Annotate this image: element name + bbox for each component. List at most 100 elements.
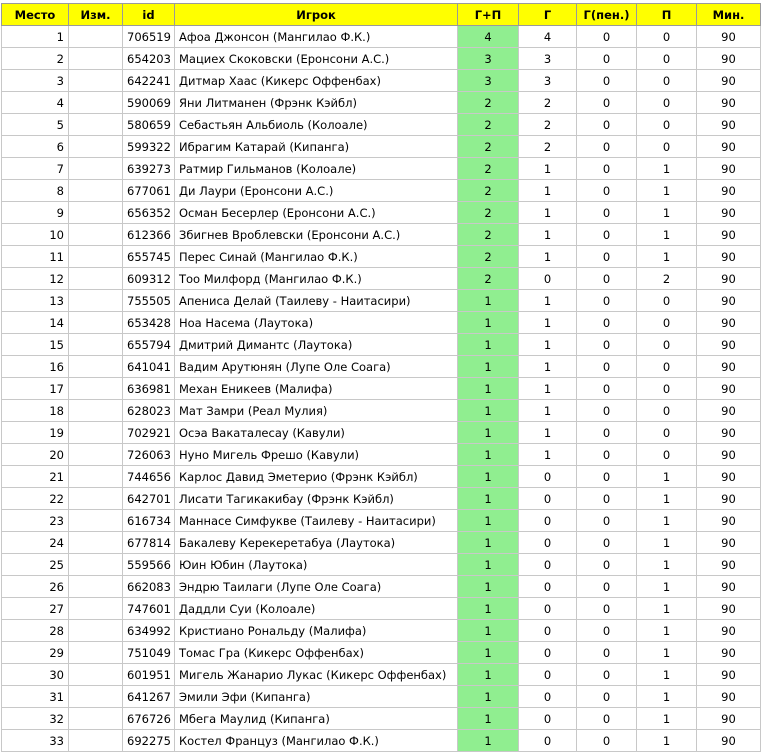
assists-cell[interactable]: 0 — [636, 355, 697, 378]
id-cell[interactable]: 655794 — [122, 333, 175, 356]
minutes-cell[interactable]: 90 — [696, 223, 761, 246]
assists-cell[interactable]: 1 — [636, 509, 697, 532]
penalty-goals-cell[interactable]: 0 — [576, 245, 637, 268]
minutes-cell[interactable]: 90 — [696, 531, 761, 554]
rank-cell[interactable]: 6 — [1, 135, 69, 158]
change-cell[interactable] — [68, 421, 123, 444]
assists-cell[interactable]: 1 — [636, 663, 697, 686]
assists-cell[interactable]: 0 — [636, 135, 697, 158]
id-cell[interactable]: 744656 — [122, 465, 175, 488]
minutes-cell[interactable]: 90 — [696, 377, 761, 400]
header-penalty-goals[interactable]: Г(пен.) — [576, 3, 637, 26]
minutes-cell[interactable]: 90 — [696, 179, 761, 202]
player-cell[interactable]: Бакалеву Керекеретабуа (Лаутока) — [174, 531, 458, 554]
id-cell[interactable]: 636981 — [122, 377, 175, 400]
goals-cell[interactable]: 0 — [518, 685, 577, 708]
rank-cell[interactable]: 20 — [1, 443, 69, 466]
minutes-cell[interactable]: 90 — [696, 289, 761, 312]
penalty-goals-cell[interactable]: 0 — [576, 311, 637, 334]
id-cell[interactable]: 755505 — [122, 289, 175, 312]
player-cell[interactable]: Ноа Насема (Лаутока) — [174, 311, 458, 334]
goals-cell[interactable]: 0 — [518, 509, 577, 532]
penalty-goals-cell[interactable]: 0 — [576, 421, 637, 444]
assists-cell[interactable]: 1 — [636, 531, 697, 554]
goals-plus-assists-cell[interactable]: 1 — [457, 289, 519, 312]
assists-cell[interactable]: 0 — [636, 443, 697, 466]
penalty-goals-cell[interactable]: 0 — [576, 113, 637, 136]
goals-plus-assists-cell[interactable]: 1 — [457, 619, 519, 642]
assists-cell[interactable]: 0 — [636, 311, 697, 334]
rank-cell[interactable]: 32 — [1, 707, 69, 730]
player-cell[interactable]: Карлос Давид Эметерио (Фрэнк Кэйбл) — [174, 465, 458, 488]
rank-cell[interactable]: 24 — [1, 531, 69, 554]
penalty-goals-cell[interactable]: 0 — [576, 135, 637, 158]
player-cell[interactable]: Яни Литманен (Фрэнк Кэйбл) — [174, 91, 458, 114]
id-cell[interactable]: 641267 — [122, 685, 175, 708]
minutes-cell[interactable]: 90 — [696, 663, 761, 686]
penalty-goals-cell[interactable]: 0 — [576, 575, 637, 598]
id-cell[interactable]: 616734 — [122, 509, 175, 532]
id-cell[interactable]: 559566 — [122, 553, 175, 576]
minutes-cell[interactable]: 90 — [696, 311, 761, 334]
id-cell[interactable]: 599322 — [122, 135, 175, 158]
goals-plus-assists-cell[interactable]: 1 — [457, 641, 519, 664]
goals-cell[interactable]: 0 — [518, 267, 577, 290]
minutes-cell[interactable]: 90 — [696, 69, 761, 92]
goals-cell[interactable]: 1 — [518, 399, 577, 422]
penalty-goals-cell[interactable]: 0 — [576, 333, 637, 356]
rank-cell[interactable]: 14 — [1, 311, 69, 334]
minutes-cell[interactable]: 90 — [696, 267, 761, 290]
id-cell[interactable]: 726063 — [122, 443, 175, 466]
change-cell[interactable] — [68, 619, 123, 642]
minutes-cell[interactable]: 90 — [696, 355, 761, 378]
change-cell[interactable] — [68, 47, 123, 70]
change-cell[interactable] — [68, 685, 123, 708]
minutes-cell[interactable]: 90 — [696, 443, 761, 466]
goals-plus-assists-cell[interactable]: 3 — [457, 47, 519, 70]
assists-cell[interactable]: 1 — [636, 223, 697, 246]
penalty-goals-cell[interactable]: 0 — [576, 377, 637, 400]
goals-plus-assists-cell[interactable]: 2 — [457, 91, 519, 114]
rank-cell[interactable]: 10 — [1, 223, 69, 246]
penalty-goals-cell[interactable]: 0 — [576, 69, 637, 92]
rank-cell[interactable]: 2 — [1, 47, 69, 70]
goals-cell[interactable]: 0 — [518, 531, 577, 554]
rank-cell[interactable]: 3 — [1, 69, 69, 92]
minutes-cell[interactable]: 90 — [696, 25, 761, 48]
rank-cell[interactable]: 26 — [1, 575, 69, 598]
id-cell[interactable]: 580659 — [122, 113, 175, 136]
goals-plus-assists-cell[interactable]: 1 — [457, 729, 519, 752]
player-cell[interactable]: Маннасе Симфукве (Таилеву - Наитасири) — [174, 509, 458, 532]
rank-cell[interactable]: 21 — [1, 465, 69, 488]
assists-cell[interactable]: 1 — [636, 201, 697, 224]
id-cell[interactable]: 612366 — [122, 223, 175, 246]
goals-plus-assists-cell[interactable]: 1 — [457, 399, 519, 422]
goals-plus-assists-cell[interactable]: 2 — [457, 267, 519, 290]
change-cell[interactable] — [68, 465, 123, 488]
assists-cell[interactable]: 1 — [636, 179, 697, 202]
player-cell[interactable]: Збигнев Вроблевски (Еронсони А.С.) — [174, 223, 458, 246]
goals-plus-assists-cell[interactable]: 4 — [457, 25, 519, 48]
penalty-goals-cell[interactable]: 0 — [576, 663, 637, 686]
rank-cell[interactable]: 9 — [1, 201, 69, 224]
change-cell[interactable] — [68, 25, 123, 48]
penalty-goals-cell[interactable]: 0 — [576, 443, 637, 466]
assists-cell[interactable]: 2 — [636, 267, 697, 290]
id-cell[interactable]: 751049 — [122, 641, 175, 664]
assists-cell[interactable]: 0 — [636, 69, 697, 92]
penalty-goals-cell[interactable]: 0 — [576, 25, 637, 48]
rank-cell[interactable]: 31 — [1, 685, 69, 708]
change-cell[interactable] — [68, 509, 123, 532]
minutes-cell[interactable]: 90 — [696, 91, 761, 114]
goals-plus-assists-cell[interactable]: 1 — [457, 597, 519, 620]
change-cell[interactable] — [68, 487, 123, 510]
goals-plus-assists-cell[interactable]: 1 — [457, 443, 519, 466]
player-cell[interactable]: Дитмар Хаас (Кикерс Оффенбах) — [174, 69, 458, 92]
change-cell[interactable] — [68, 531, 123, 554]
minutes-cell[interactable]: 90 — [696, 421, 761, 444]
goals-plus-assists-cell[interactable]: 1 — [457, 355, 519, 378]
goals-cell[interactable]: 2 — [518, 91, 577, 114]
assists-cell[interactable]: 1 — [636, 597, 697, 620]
player-cell[interactable]: Афоа Джонсон (Мангилао Ф.К.) — [174, 25, 458, 48]
penalty-goals-cell[interactable]: 0 — [576, 641, 637, 664]
